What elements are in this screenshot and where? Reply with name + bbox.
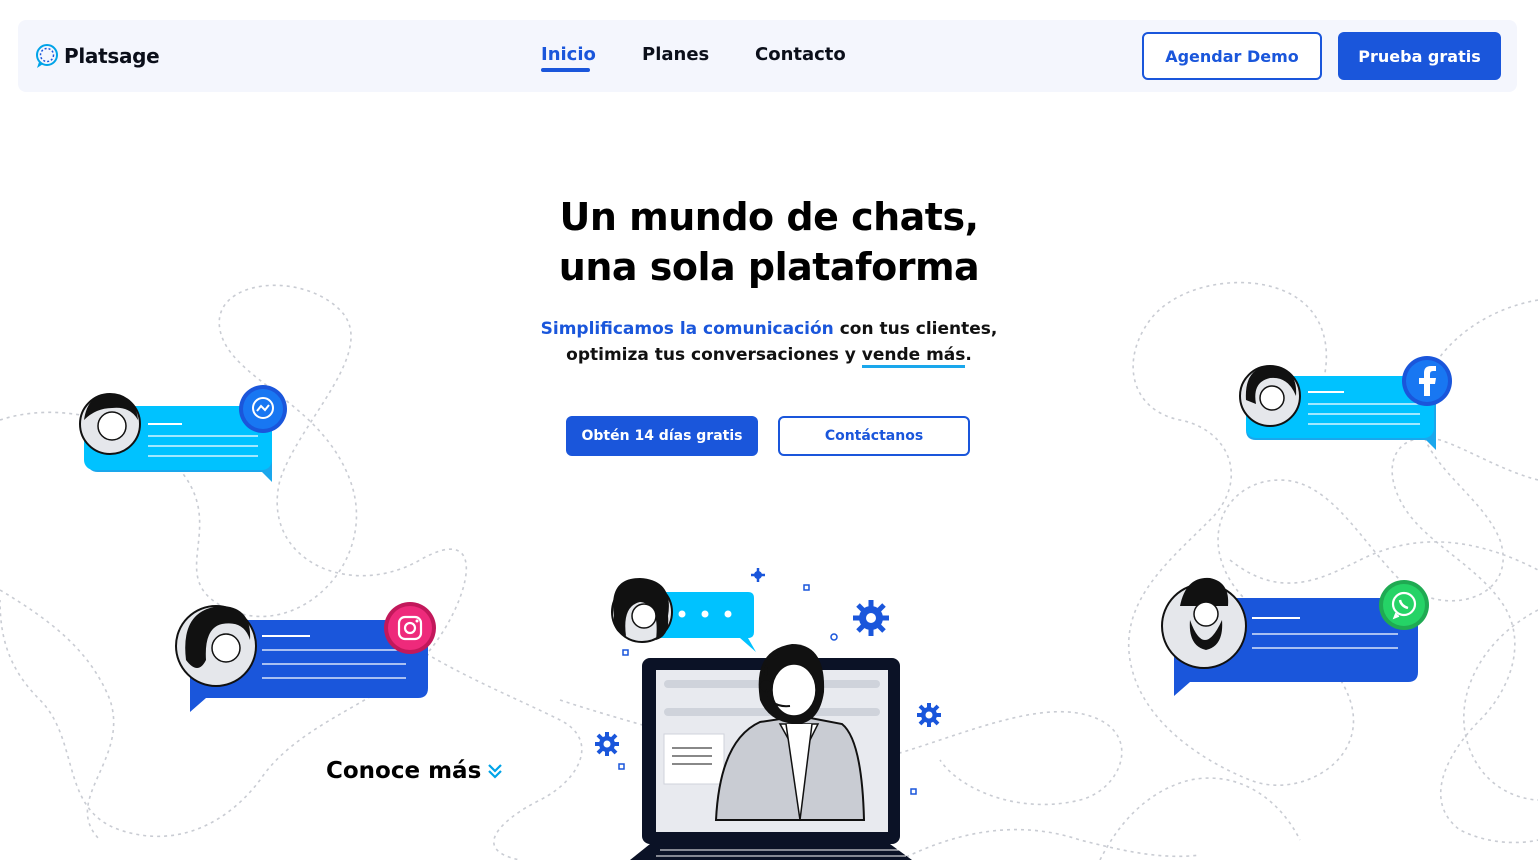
background-illustration [0, 281, 1538, 860]
contact-us-button[interactable]: Contáctanos [778, 416, 970, 456]
chevron-double-down-icon [488, 764, 503, 779]
schedule-demo-button[interactable]: Agendar Demo [1142, 32, 1322, 80]
nav-contacto[interactable]: Contacto [755, 44, 846, 65]
free-14-days-button[interactable]: Obtén 14 días gratis [566, 416, 758, 456]
subtitle-part2: optimiza tus conversaciones y [566, 345, 862, 365]
learn-more-label: Conoce más [326, 758, 482, 784]
free-trial-button[interactable]: Prueba gratis [1338, 32, 1501, 80]
hero-title: Un mundo de chats, una sola plataforma [469, 192, 1069, 292]
logo[interactable]: Platsage [34, 42, 160, 70]
agent-typing-bubble [611, 578, 756, 652]
subtitle-highlight: Simplificamos la comunicación [540, 319, 834, 339]
instagram-icon [384, 602, 436, 654]
laptop-agent-illustration [630, 644, 912, 860]
facebook-icon [1402, 356, 1452, 406]
hero-subtitle: Simplificamos la comunicación con tus cl… [469, 316, 1069, 368]
whatsapp-chat-bubble [1161, 577, 1418, 696]
learn-more-link[interactable]: Conoce más [326, 758, 503, 784]
subtitle-underlined: vende más [861, 345, 966, 368]
subtitle-end: . [965, 345, 972, 365]
hero-title-line2: una sola plataforma [558, 245, 980, 289]
hero-title-line1: Un mundo de chats, [559, 195, 979, 239]
nav-inicio[interactable]: Inicio [541, 44, 596, 65]
chat-bubble-logo-icon [36, 44, 58, 68]
logo-text: Platsage [64, 44, 160, 68]
nav-active-indicator [541, 68, 590, 72]
messenger-icon [239, 385, 287, 433]
nav-planes[interactable]: Planes [642, 44, 709, 65]
whatsapp-icon [1379, 580, 1429, 630]
subtitle-part1: con tus clientes, [833, 319, 998, 339]
